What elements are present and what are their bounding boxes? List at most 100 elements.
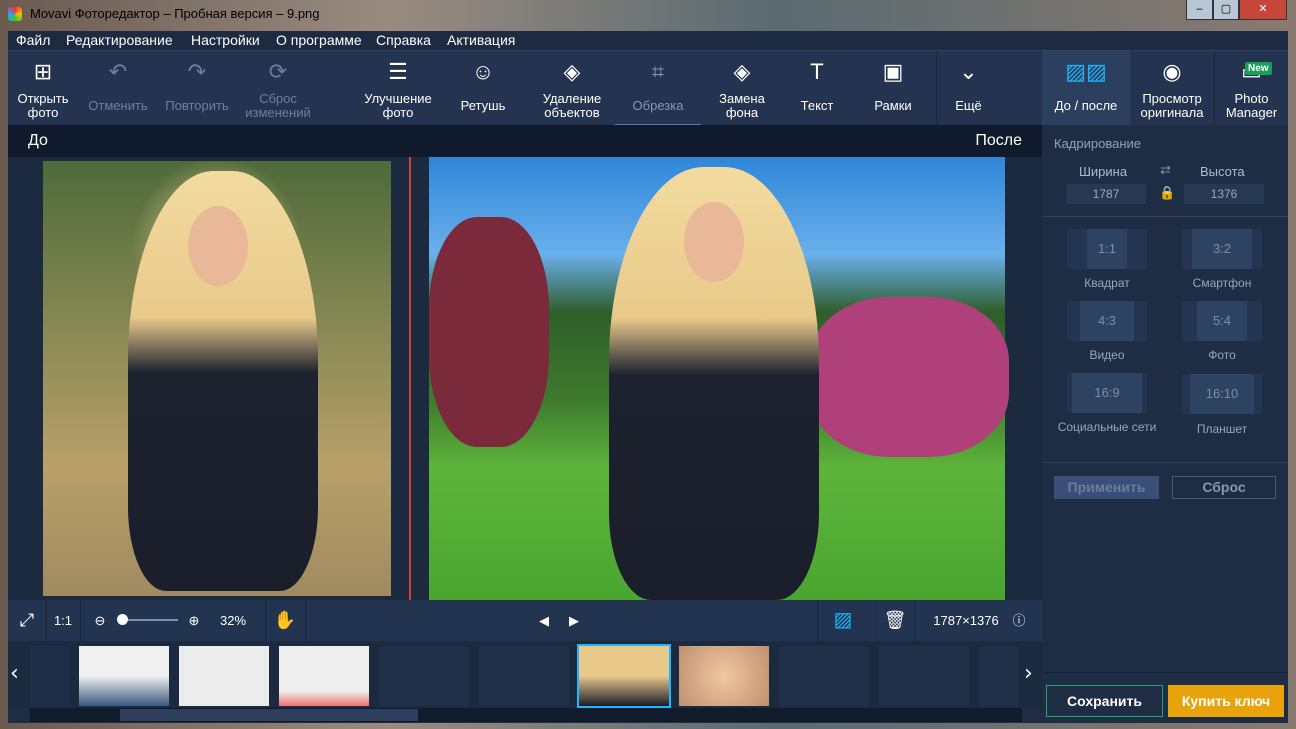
thumbnail[interactable] [679,646,769,706]
after-image [429,157,1009,600]
thumbnail[interactable] [379,646,469,706]
panel-title: Кадрирование [1054,136,1142,151]
width-input[interactable]: 1787 [1066,184,1146,204]
undo-icon: ↶ [108,59,128,84]
before-image [43,161,391,596]
scrollbar-thumb[interactable] [120,709,418,721]
fullscreen-icon[interactable]: ⤢ [8,600,46,641]
sliders-icon: ☰ [388,59,408,84]
thumbnail[interactable] [30,646,69,706]
swap-icon[interactable]: ⇄ [1160,162,1171,178]
height-input[interactable]: 1376 [1184,184,1264,204]
trash-icon[interactable]: 🗑 [881,600,909,641]
next-image-button[interactable]: ▶ [565,600,583,641]
enhance-photo-button[interactable]: ☰ Улучшение фото [358,51,438,126]
thumbnail[interactable] [879,646,969,706]
image-dimensions: 1787×1376 [933,613,999,628]
crop-panel: Кадрирование Ширина ⇄ Высота 1787 🔒 1376… [1042,125,1288,723]
preset-label: Смартфон [1192,276,1252,290]
background-icon: ◈ [733,59,751,84]
replace-background-button[interactable]: ◈ Замена фона [706,51,778,126]
window-title: Movavi Фоторедактор – Пробная версия – 9… [30,6,320,21]
before-after-button[interactable]: ▨▨ До / после [1042,51,1130,126]
view-controls-bar: ⤢ 1:1 ⊖ ⊕ 32% ✋ ◀ ▶ ▨ 🗑 1787×1376 ⓘ [8,600,1042,641]
thumbnail[interactable] [279,646,369,706]
title-bar: Movavi Фоторедактор – Пробная версия – 9… [0,0,1296,30]
thumbnail[interactable] [979,646,1019,706]
close-button[interactable]: ✕ [1239,0,1287,20]
face-icon: ☺ [471,59,495,84]
photo-manager-button[interactable]: ▭Photo Manager New [1214,51,1288,126]
preset-tablet[interactable]: 16:10 [1182,374,1262,414]
remove-objects-button[interactable]: ◈ Удаление объектов [530,51,614,126]
more-button[interactable]: ⌄ Ещё [936,51,1000,126]
preset-label: Фото [1208,348,1236,362]
compare-view-icon[interactable]: ▨ [823,600,863,641]
compare-divider[interactable] [409,157,411,600]
compare-header: До После [8,125,1042,157]
zoom-slider[interactable] [117,614,178,625]
folder-plus-icon: ⊞ [33,59,53,84]
preset-photo[interactable]: 5:4 [1182,301,1262,341]
menu-file[interactable]: Файл [16,32,50,48]
filmstrip-left-arrow[interactable]: ‹ [10,661,19,686]
info-icon[interactable]: ⓘ [1008,600,1030,641]
height-label: Высота [1200,164,1245,179]
refresh-icon: ⟳ [268,59,288,84]
width-label: Ширина [1079,164,1128,179]
zoom-slider-handle[interactable] [117,614,128,625]
zoom-in-icon[interactable]: ⊕ [186,600,202,641]
preset-video[interactable]: 4:3 [1067,301,1147,341]
thumbnail-selected[interactable] [577,644,671,708]
lock-icon[interactable]: 🔒 [1159,185,1175,201]
redo-icon: ↷ [187,59,207,84]
open-photo-button[interactable]: ⊞ Открыть фото [8,51,78,126]
after-label: После [975,132,1022,149]
reset-button[interactable]: Сброс [1172,476,1276,499]
frames-button[interactable]: ▣ Рамки [860,51,926,126]
before-label: До [28,132,48,149]
preset-label: Социальные сети [1057,420,1157,434]
menu-activation[interactable]: Активация [447,32,515,48]
hand-tool-icon[interactable]: ✋ [270,600,300,641]
retouch-button[interactable]: ☺ Ретушь [448,51,518,126]
menu-edit[interactable]: Редактирование [66,32,173,48]
thumbnail[interactable] [179,646,269,706]
view-original-button[interactable]: ◉ Просмотр оригинала [1132,51,1212,126]
thumbnail[interactable] [779,646,869,706]
menu-settings[interactable]: Настройки [191,32,260,48]
maximize-button[interactable]: ▢ [1213,0,1239,20]
reset-changes-button[interactable]: ⟳ Сброс изменений [238,51,318,126]
text-button[interactable]: T Текст [784,51,850,126]
buy-key-button[interactable]: Купить ключ [1168,685,1284,717]
menu-about[interactable]: О программе [276,32,362,48]
minimize-button[interactable]: ‒ [1186,0,1213,20]
filmstrip: ‹ › [8,641,1042,708]
preset-social[interactable]: 16:9 [1067,373,1147,413]
chevron-down-icon: ⌄ [959,59,978,84]
thumbnail[interactable] [79,646,169,706]
actual-size-button[interactable]: 1:1 [46,600,80,641]
save-button[interactable]: Сохранить [1046,685,1163,717]
preset-smartphone[interactable]: 3:2 [1182,229,1262,269]
crop-tab[interactable]: ⌗ Обрезка [615,51,701,126]
menu-bar: Файл Редактирование Настройки О программ… [8,31,1288,50]
undo-button[interactable]: ↶ Отменить [83,51,153,126]
filmstrip-right-arrow[interactable]: › [1024,661,1033,686]
redo-button[interactable]: ↷ Повторить [160,51,234,126]
eye-icon: ◉ [1162,59,1182,84]
preset-label: Квадрат [1084,276,1130,290]
filmstrip-scrollbar[interactable] [30,708,1022,722]
preset-square[interactable]: 1:1 [1067,229,1147,269]
text-icon: T [810,59,824,84]
menu-help[interactable]: Справка [376,32,431,48]
frame-icon: ▣ [882,59,904,84]
compare-images-icon: ▨▨ [1065,59,1107,84]
app-logo-icon [8,7,22,21]
zoom-out-icon[interactable]: ⊖ [92,600,108,641]
thumbnail[interactable] [479,646,569,706]
app-window: Файл Редактирование Настройки О программ… [8,31,1288,723]
apply-button[interactable]: Применить [1054,476,1159,499]
previous-image-button[interactable]: ◀ [535,600,553,641]
crop-icon: ⌗ [651,59,665,84]
